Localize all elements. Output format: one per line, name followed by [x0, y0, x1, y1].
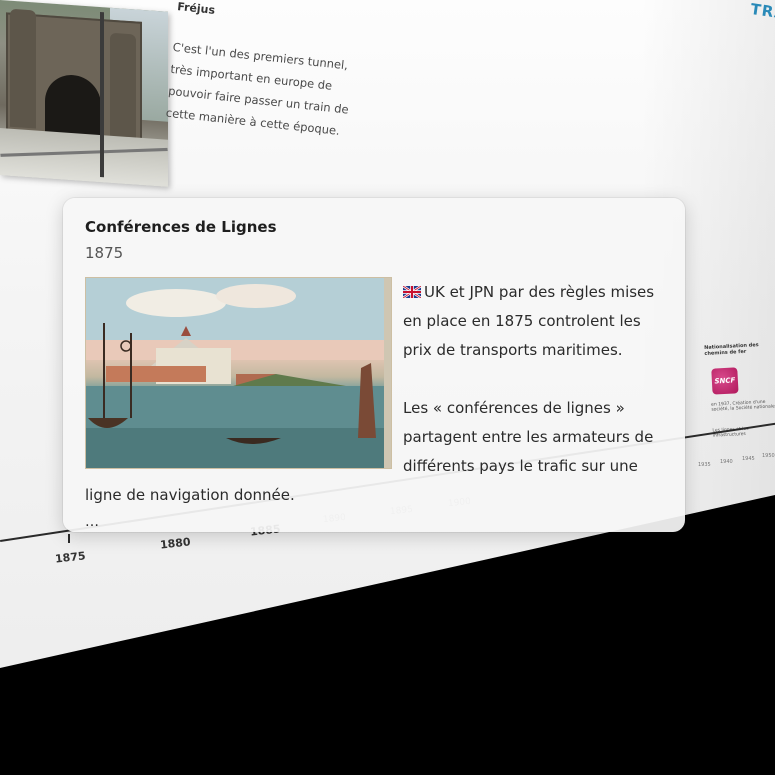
sncf-logo: SNCF [711, 367, 739, 395]
popup-title: Conférences de Lignes [85, 218, 277, 236]
tunnel-pole [100, 11, 104, 178]
far-event-card[interactable]: Nationalisation des chemins de fer SNCF … [704, 341, 775, 455]
tick-label-1935: 1935 [698, 462, 711, 468]
tick-1875 [68, 534, 70, 543]
tunnel-pillar-right [110, 32, 136, 145]
popup-year: 1875 [85, 244, 124, 262]
far-event-line1: en 1937, Création d'une société, la Soci… [711, 399, 775, 413]
tick-label-1945: 1945 [742, 456, 755, 462]
tunnel-pillar-left [10, 8, 36, 129]
tick-label-1940: 1940 [720, 459, 733, 465]
tick-label-1950: 1950 [762, 453, 775, 459]
popup-description: UK et JPN par des règles mises en place … [85, 278, 670, 510]
event-popup[interactable]: Conférences de Lignes 1875 UK et JPN par… [63, 198, 685, 532]
image-float-spacer [85, 278, 403, 466]
far-event-title: Nationalisation des chemins de fer [704, 342, 759, 357]
timeline-scene: Fréjus C'est l'un des premiers tunnel, t… [0, 0, 775, 775]
popup-more-ellipsis[interactable]: … [85, 514, 99, 530]
tunnel-photo[interactable] [0, 0, 168, 187]
uk-flag-icon [403, 286, 421, 298]
popup-paragraph-1-text: UK et JPN par des règles mises en place … [403, 283, 655, 359]
